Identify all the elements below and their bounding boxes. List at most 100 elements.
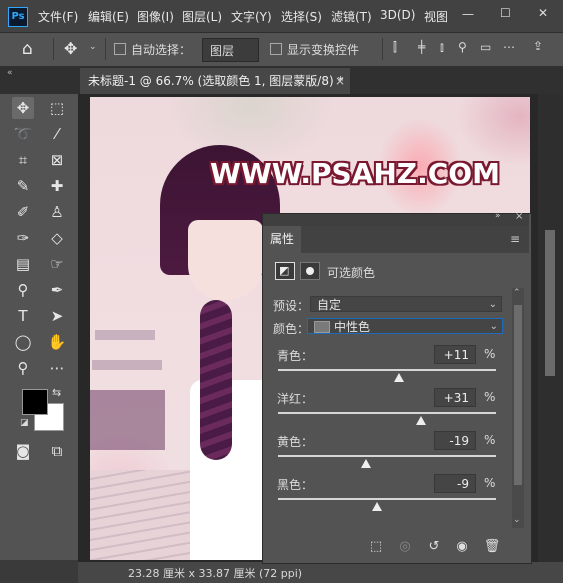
brush-tool-icon[interactable]: ✐: [12, 201, 34, 223]
menu-filter[interactable]: 滤镜(T): [331, 8, 372, 25]
panel-tab-bar: [263, 226, 529, 253]
magenta-slider-thumb[interactable]: [415, 416, 426, 425]
photo-detail: [92, 360, 162, 370]
auto-select-value: 图层: [210, 44, 235, 58]
yellow-slider-track[interactable]: [278, 455, 496, 457]
share-icon[interactable]: ⇪: [533, 39, 543, 53]
move-tool-icon[interactable]: ✥: [64, 39, 77, 58]
panel-scrollbar-thumb[interactable]: [514, 305, 522, 485]
align-right-icon[interactable]: ⫾: [440, 40, 444, 55]
lasso-tool-icon[interactable]: ➰: [12, 123, 34, 145]
menu-3d[interactable]: 3D(D): [380, 8, 415, 22]
type-tool-icon[interactable]: T: [12, 305, 34, 327]
color-dropdown[interactable]: 中性色 ⌄: [307, 318, 503, 334]
menu-edit[interactable]: 编辑(E): [88, 8, 129, 25]
crop-tool-icon[interactable]: ⌗: [12, 149, 34, 171]
cyan-slider-track[interactable]: [278, 369, 496, 371]
frame-tool-icon[interactable]: ⊠: [46, 149, 68, 171]
healing-brush-icon[interactable]: ✚: [46, 175, 68, 197]
black-value-input[interactable]: -9: [434, 474, 476, 493]
scroll-down-icon[interactable]: ⌄: [513, 515, 521, 525]
history-brush-icon[interactable]: ✑: [12, 227, 34, 249]
divider: [105, 38, 106, 60]
swap-colors-icon[interactable]: ⇆: [52, 386, 61, 399]
zoom-tool-icon[interactable]: ⚲: [12, 357, 34, 379]
pen-tool-icon[interactable]: ✒: [46, 279, 68, 301]
color-label: 颜色：: [273, 322, 310, 336]
path-selection-icon[interactable]: ➤: [46, 305, 68, 327]
menu-layer[interactable]: 图层(L): [182, 8, 222, 25]
layer-mask-icon[interactable]: [300, 262, 320, 280]
document-tab[interactable]: 未标题-1 @ 66.7% (选取颜色 1, 图层蒙版/8) * ×: [80, 68, 350, 94]
eyedropper-icon[interactable]: ✎: [12, 175, 34, 197]
minimize-button[interactable]: —: [462, 7, 474, 21]
workspace-icon[interactable]: ▭: [480, 40, 491, 54]
magic-wand-icon[interactable]: ⁄: [46, 123, 68, 145]
yellow-slider-thumb[interactable]: [361, 459, 372, 468]
maximize-button[interactable]: ☐: [500, 6, 511, 20]
adjustment-layer-icon[interactable]: ◩: [275, 262, 295, 280]
foreground-color-swatch[interactable]: [22, 389, 48, 415]
scrollbar-thumb[interactable]: [545, 230, 555, 376]
tab-properties[interactable]: 属性: [263, 226, 301, 253]
gradient-tool-icon[interactable]: ▤: [12, 253, 34, 275]
cyan-value-input[interactable]: +11: [434, 345, 476, 364]
mask-circle: [306, 267, 314, 275]
slider-label-magenta: 洋红：: [277, 392, 314, 406]
quick-mask-icon[interactable]: ◙: [12, 440, 34, 462]
auto-select-checkbox[interactable]: [114, 43, 126, 55]
photoshop-logo: Ps: [8, 7, 28, 27]
align-center-icon[interactable]: ╪: [418, 40, 425, 54]
scroll-up-icon[interactable]: ⌃: [513, 288, 521, 298]
search-icon[interactable]: ⚲: [458, 40, 467, 54]
chevron-down-icon[interactable]: ⌄: [89, 42, 97, 52]
show-transform-label: 显示变换控件: [287, 43, 360, 57]
collapse-panel-icon[interactable]: »: [495, 211, 501, 221]
chevron-down-icon: ⌄: [488, 299, 497, 310]
magenta-value-input[interactable]: +31: [434, 388, 476, 407]
reset-icon[interactable]: ↺: [424, 537, 444, 557]
delete-icon[interactable]: 🗑: [482, 537, 502, 557]
menu-type[interactable]: 文字(Y): [231, 8, 272, 25]
more-tools-icon[interactable]: ⋯: [46, 357, 68, 379]
visibility-eye-icon[interactable]: ◉: [452, 537, 472, 557]
screen-mode-icon[interactable]: ⧉: [46, 440, 68, 462]
stamp-tool-icon[interactable]: ♙: [46, 201, 68, 223]
menu-select[interactable]: 选择(S): [281, 8, 322, 25]
auto-select-dropdown[interactable]: 图层: [202, 38, 259, 62]
more-options-icon[interactable]: ⋯: [503, 40, 515, 54]
menu-file[interactable]: 文件(F): [38, 8, 78, 25]
view-previous-icon[interactable]: ◎: [395, 537, 415, 557]
marquee-tool-icon[interactable]: ⬚: [46, 97, 68, 119]
dodge-tool-icon[interactable]: ⚲: [12, 279, 34, 301]
cyan-slider-thumb[interactable]: [393, 373, 404, 382]
move-tool-icon[interactable]: ✥: [12, 97, 34, 119]
menu-view[interactable]: 视图: [424, 8, 448, 25]
align-left-icon[interactable]: ⫿: [393, 40, 397, 55]
magenta-slider-track[interactable]: [278, 412, 496, 414]
slider-label-yellow: 黄色：: [277, 435, 314, 449]
yellow-unit: %: [484, 433, 496, 447]
preset-label: 预设：: [273, 299, 310, 313]
black-slider-thumb[interactable]: [372, 502, 383, 511]
close-tab-icon[interactable]: ×: [335, 68, 345, 94]
collapse-panel-icon[interactable]: «: [7, 68, 13, 78]
close-panel-icon[interactable]: ×: [515, 211, 523, 222]
ellipse-tool-icon[interactable]: ◯: [12, 331, 34, 353]
smudge-tool-icon[interactable]: ☞: [46, 253, 68, 275]
eraser-tool-icon[interactable]: ◇: [46, 227, 68, 249]
yellow-value-input[interactable]: -19: [434, 431, 476, 450]
panel-menu-icon[interactable]: ≡: [510, 232, 520, 246]
slider-label-cyan: 青色：: [277, 349, 314, 363]
photo-detail: [200, 300, 232, 460]
black-unit: %: [484, 476, 496, 490]
home-icon[interactable]: ⌂: [22, 39, 33, 59]
hand-tool-icon[interactable]: ✋: [46, 331, 68, 353]
black-slider-track[interactable]: [278, 498, 496, 500]
clip-to-layer-icon[interactable]: ⬚: [366, 537, 386, 557]
default-colors-icon[interactable]: ◪: [20, 418, 29, 428]
preset-dropdown[interactable]: 自定 ⌄: [310, 296, 502, 312]
show-transform-checkbox[interactable]: [270, 43, 282, 55]
close-button[interactable]: ✕: [538, 6, 548, 20]
menu-image[interactable]: 图像(I): [137, 8, 174, 25]
